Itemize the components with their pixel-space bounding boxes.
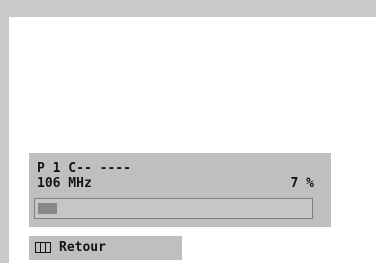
search-progress-fill (38, 203, 57, 214)
back-button-label: Retour (59, 240, 106, 255)
channel-search-panel: P 1 C-- ---- 106 MHz 7 % (29, 153, 331, 227)
tv-frame: P 1 C-- ---- 106 MHz 7 % Retour (0, 0, 376, 263)
menu-icon (35, 242, 51, 253)
search-progress-bar (34, 198, 313, 219)
channel-info: P 1 C-- ---- (37, 161, 131, 176)
progress-percent: 7 % (290, 176, 314, 191)
back-button[interactable]: Retour (29, 236, 182, 260)
frequency-readout: 106 MHz (37, 176, 92, 191)
